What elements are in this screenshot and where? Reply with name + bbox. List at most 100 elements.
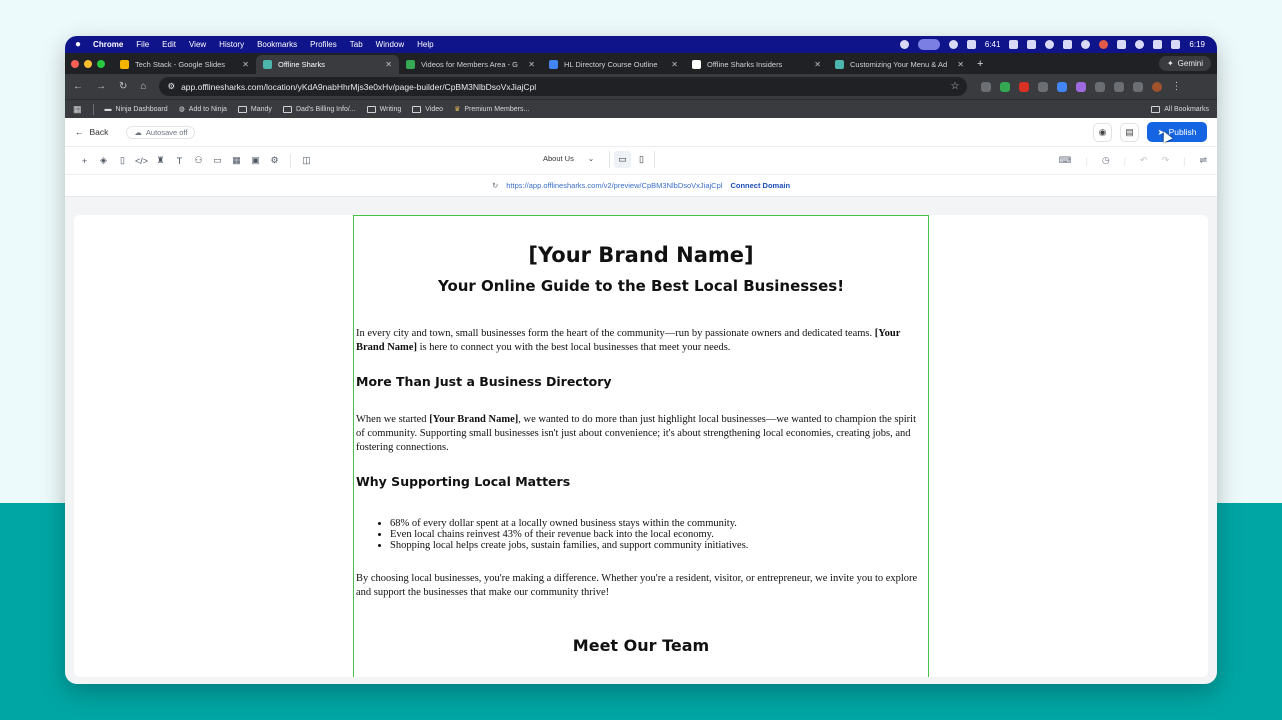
menu-window[interactable]: Window bbox=[376, 40, 404, 49]
refresh-icon[interactable]: ↻ bbox=[492, 181, 498, 190]
heading-directory[interactable]: More Than Just a Business Directory bbox=[356, 374, 926, 389]
integrations-icon[interactable]: ⚙ bbox=[265, 155, 284, 166]
wifi-icon[interactable] bbox=[1135, 40, 1145, 49]
status-display-icon[interactable] bbox=[1063, 40, 1073, 49]
address-bar[interactable]: ⚙ app.offlinesharks.com/location/yKdA9na… bbox=[159, 77, 968, 96]
profile-avatar-icon[interactable] bbox=[1152, 81, 1163, 92]
battery-icon[interactable] bbox=[1153, 40, 1163, 49]
keyboard-icon[interactable]: ⌨ bbox=[1058, 155, 1071, 166]
directory-paragraph[interactable]: When we started [Your Brand Name], we wa… bbox=[356, 413, 926, 455]
tab-offline-sharks[interactable]: Offline Sharks ✕ bbox=[256, 55, 399, 74]
calendar-extension-icon[interactable] bbox=[1019, 81, 1030, 92]
close-icon[interactable]: ✕ bbox=[242, 60, 249, 69]
code-icon[interactable]: </> bbox=[132, 156, 151, 166]
tab-videos-members[interactable]: Videos for Members Area - G ✕ bbox=[399, 55, 542, 74]
connect-domain-link[interactable]: Connect Domain bbox=[730, 181, 790, 190]
close-window-button[interactable] bbox=[71, 59, 79, 68]
desktop-view-button[interactable]: ▭ bbox=[614, 151, 631, 168]
flickr-icon[interactable] bbox=[1045, 40, 1055, 49]
bookmark-ninja-dashboard[interactable]: ▬ Ninja Dashboard bbox=[105, 106, 168, 113]
dropbox-icon[interactable] bbox=[1009, 40, 1019, 49]
menu-file[interactable]: File bbox=[136, 40, 149, 49]
menu-history[interactable]: History bbox=[219, 40, 244, 49]
new-tab-button[interactable]: + bbox=[977, 58, 983, 70]
site-info-icon[interactable]: ⚙ bbox=[167, 81, 175, 92]
stats-list[interactable]: 68% of every dollar spent at a locally o… bbox=[390, 518, 926, 551]
bookmark-dads-billing[interactable]: Dad's Billing Info/... bbox=[282, 105, 356, 113]
extension-icon[interactable] bbox=[1076, 81, 1087, 92]
bookmark-mandy[interactable]: Mandy bbox=[237, 105, 272, 113]
extension-icon[interactable] bbox=[1000, 81, 1011, 92]
forward-arrow-icon[interactable]: → bbox=[96, 81, 106, 92]
back-arrow-icon[interactable]: ← bbox=[73, 81, 83, 92]
maximize-window-button[interactable] bbox=[97, 59, 105, 68]
tab-hl-directory[interactable]: HL Directory Course Outline ✕ bbox=[542, 55, 685, 74]
search-icon[interactable] bbox=[1081, 40, 1091, 49]
extension-icon[interactable] bbox=[981, 81, 992, 92]
preview-button[interactable]: ◉ bbox=[1093, 122, 1112, 142]
user-switch-icon[interactable] bbox=[1171, 40, 1181, 49]
all-bookmarks[interactable]: All Bookmarks bbox=[1151, 105, 1209, 113]
menu-bookmarks[interactable]: Bookmarks bbox=[257, 40, 297, 49]
menu-edit[interactable]: Edit bbox=[162, 40, 176, 49]
extension-icon[interactable] bbox=[1038, 81, 1049, 92]
selected-section[interactable]: [Your Brand Name] Your Online Guide to t… bbox=[353, 215, 929, 677]
extension-icon[interactable] bbox=[1057, 81, 1068, 92]
publish-button[interactable]: ➤ Publish bbox=[1147, 122, 1207, 143]
download-icon[interactable] bbox=[1133, 81, 1144, 92]
home-icon[interactable]: ⌂ bbox=[140, 81, 146, 92]
reload-icon[interactable]: ↻ bbox=[119, 81, 127, 92]
menu-tab[interactable]: Tab bbox=[350, 40, 363, 49]
more-menu-icon[interactable]: ⋮ bbox=[1171, 81, 1181, 92]
close-icon[interactable]: ✕ bbox=[957, 60, 964, 69]
menu-view[interactable]: View bbox=[189, 40, 206, 49]
status-chat-icon[interactable] bbox=[948, 40, 958, 49]
bookmark-premium-members[interactable]: ♛ Premium Members... bbox=[454, 105, 529, 114]
close-icon[interactable]: ✕ bbox=[385, 60, 392, 69]
heading-team[interactable]: Meet Our Team bbox=[356, 636, 926, 655]
menu-profiles[interactable]: Profiles bbox=[310, 40, 337, 49]
text-style-icon[interactable]: T bbox=[170, 156, 189, 166]
paint-icon[interactable]: ♜ bbox=[151, 155, 170, 166]
bookmark-star-icon[interactable]: ☆ bbox=[950, 81, 959, 92]
preview-url-link[interactable]: https://app.offlinesharks.com/v2/preview… bbox=[506, 181, 722, 190]
close-icon[interactable]: ✕ bbox=[814, 60, 821, 69]
menu-app-name[interactable]: Chrome bbox=[93, 40, 123, 49]
section-icon[interactable]: ▭ bbox=[208, 155, 227, 166]
media-icon[interactable]: ▣ bbox=[246, 155, 265, 166]
status-mute-icon[interactable] bbox=[1117, 40, 1127, 49]
clock[interactable]: 6:19 bbox=[1189, 40, 1205, 49]
closing-paragraph[interactable]: By choosing local businesses, you're mak… bbox=[356, 572, 926, 600]
page-selector[interactable]: About Us ⌄ bbox=[543, 154, 594, 163]
tab-tech-stack[interactable]: Tech Stack - Google Slides ✕ bbox=[113, 55, 256, 74]
status-puzzle-icon[interactable] bbox=[1027, 40, 1037, 49]
pages-icon[interactable]: ▯ bbox=[113, 155, 132, 166]
split-view-icon[interactable]: ◫ bbox=[297, 155, 316, 166]
add-element-icon[interactable]: + bbox=[75, 156, 94, 166]
layers-icon[interactable]: ◈ bbox=[94, 155, 113, 166]
status-screen-record-icon[interactable] bbox=[917, 39, 940, 50]
forms-icon[interactable]: ▦ bbox=[227, 155, 246, 166]
side-panel-icon[interactable] bbox=[1114, 81, 1125, 92]
tagline[interactable]: Your Online Guide to the Best Local Busi… bbox=[356, 277, 926, 295]
settings-sliders-icon[interactable]: ⇌ bbox=[1199, 155, 1207, 166]
brand-title[interactable]: [Your Brand Name] bbox=[356, 243, 926, 267]
mobile-view-button[interactable]: ▯ bbox=[633, 151, 650, 168]
bookmark-add-to-ninja[interactable]: ◍ Add to Ninja bbox=[179, 105, 227, 114]
redo-icon[interactable]: ↷ bbox=[1162, 155, 1170, 166]
apps-grid-icon[interactable]: ▦ bbox=[73, 104, 82, 115]
close-icon[interactable]: ✕ bbox=[671, 60, 678, 69]
undo-icon[interactable]: ↶ bbox=[1140, 155, 1148, 166]
tab-customizing-menu[interactable]: Customizing Your Menu & Ad ✕ bbox=[828, 55, 971, 74]
close-icon[interactable]: ✕ bbox=[528, 60, 535, 69]
status-notes-icon[interactable] bbox=[966, 40, 976, 49]
components-icon[interactable]: ⚇ bbox=[189, 155, 208, 166]
autosave-toggle[interactable]: ☁ Autosave off bbox=[126, 125, 196, 139]
battery-time[interactable]: 6:41 bbox=[985, 40, 1001, 49]
back-button[interactable]: ← Back bbox=[75, 127, 108, 137]
status-app-icon[interactable] bbox=[899, 40, 909, 49]
history-icon[interactable]: ◷ bbox=[1102, 155, 1110, 166]
bookmark-writing[interactable]: Writing bbox=[366, 105, 401, 113]
save-button[interactable]: ▤ bbox=[1120, 122, 1139, 142]
bookmark-video[interactable]: Video bbox=[412, 105, 443, 113]
